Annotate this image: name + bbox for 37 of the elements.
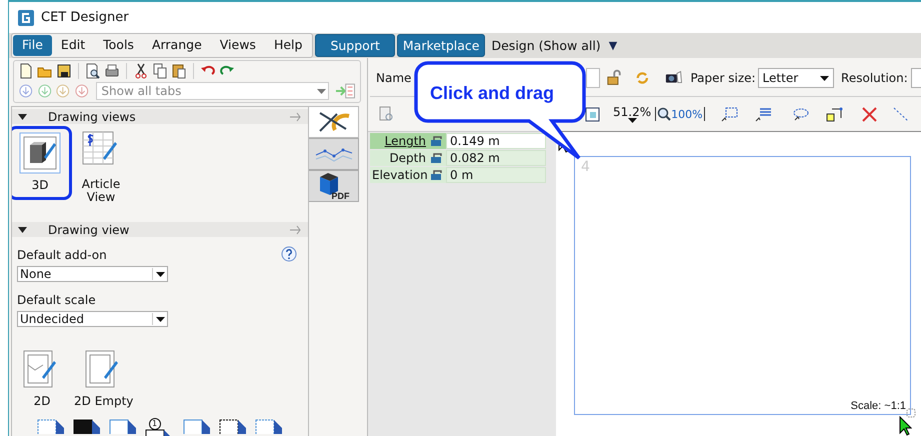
- tab-filter-dropdown[interactable]: Show all tabs: [96, 82, 329, 100]
- palette-item[interactable]: 2D: [16, 345, 68, 410]
- zoom-dropdown[interactable]: 51.2%: [613, 106, 652, 122]
- scale-label: Scale: ~1:1: [850, 400, 906, 412]
- paper-size-dropdown[interactable]: Letter: [758, 68, 834, 88]
- side-tab[interactable]: PDF: [309, 170, 359, 202]
- menu-item[interactable]: Help: [264, 35, 312, 56]
- dropdown-arrow-icon[interactable]: ▼: [608, 39, 618, 52]
- step-number: 1: [152, 418, 158, 430]
- menu-button[interactable]: Support: [315, 34, 395, 57]
- field-label: Default scale: [17, 293, 96, 307]
- dropdown[interactable]: Undecided: [17, 311, 168, 327]
- property-value-field[interactable]: 0.149 m: [446, 133, 546, 149]
- property-value-field[interactable]: 0 m: [446, 167, 546, 183]
- field-label: Default add-on: [17, 248, 107, 262]
- menu-item[interactable]: Views: [210, 35, 265, 56]
- paper-size-label: Paper size:: [690, 71, 756, 85]
- menu-item[interactable]: Tools: [94, 35, 143, 56]
- mode-selector[interactable]: Design (Show all): [491, 38, 601, 53]
- palette-item[interactable]: 3D: [12, 126, 72, 200]
- palette-item[interactable]: Article View: [76, 126, 126, 206]
- name-label: Name: [376, 71, 412, 85]
- menu-button[interactable]: Marketplace: [396, 34, 486, 57]
- property-row[interactable]: Depth 0.082 m: [370, 150, 546, 166]
- menu-item[interactable]: File: [13, 35, 52, 56]
- pdf-label: PDF: [332, 191, 350, 201]
- property-row[interactable]: Length 0.149 m: [370, 133, 546, 149]
- dropdown[interactable]: None: [17, 266, 168, 282]
- resolution-label: Resolution:: [841, 71, 908, 85]
- property-row[interactable]: Elevation 0 m: [370, 167, 546, 183]
- callout-text: Click and drag: [430, 83, 554, 104]
- menu-item[interactable]: Arrange: [142, 35, 211, 56]
- window-title: CET Designer: [41, 10, 129, 25]
- palette-item[interactable]: 2D Empty: [72, 345, 136, 410]
- property-value-field[interactable]: 0.082 m: [446, 150, 546, 166]
- menu-item[interactable]: Edit: [52, 35, 94, 56]
- zoom-reset-button[interactable]: 100%: [655, 107, 705, 121]
